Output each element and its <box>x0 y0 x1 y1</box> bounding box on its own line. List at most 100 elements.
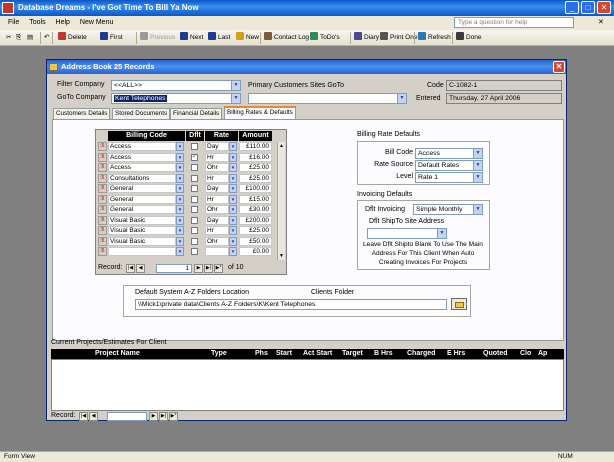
default-checkbox[interactable] <box>191 143 198 150</box>
menu-new-menu[interactable]: New Menu <box>80 16 113 30</box>
amount-cell[interactable]: £25.00 <box>239 173 272 183</box>
rate-cell[interactable]: Ohr <box>205 205 229 214</box>
billing-grid-row[interactable]: ℛ ▼ ▼ £0.00 <box>98 247 272 257</box>
billing-grid-row[interactable]: ℛ General ▼ Hr ▼ £15.00 <box>98 194 272 205</box>
chevron-down-icon[interactable]: ▼ <box>176 194 184 204</box>
chevron-down-icon[interactable]: ▼ <box>229 142 237 151</box>
billing-code-cell[interactable]: General <box>108 194 176 204</box>
default-checkbox[interactable] <box>191 248 198 255</box>
row-selector-icon[interactable]: ℛ <box>98 173 107 183</box>
billing-code-cell[interactable]: Access <box>108 142 176 151</box>
copy-icon[interactable]: ⎘ <box>16 32 21 44</box>
row-selector-icon[interactable]: ℛ <box>98 184 107 193</box>
maximize-button[interactable]: □ <box>581 1 595 14</box>
tab-customers-details[interactable]: Customers Details <box>53 108 111 119</box>
new-button[interactable]: New <box>236 32 259 44</box>
chevron-down-icon[interactable]: ▼ <box>176 184 184 193</box>
row-selector-icon[interactable]: ℛ <box>98 226 107 235</box>
last-button[interactable]: Last <box>208 32 230 44</box>
projects-record-number-input[interactable] <box>107 412 147 421</box>
row-selector-icon[interactable]: ℛ <box>98 236 107 246</box>
billing-grid-row[interactable]: ℛ Visual Basic ▼ Day ▼ £200.00 <box>98 215 272 226</box>
scroll-up-icon[interactable]: ▲ <box>278 142 285 150</box>
previous-record-icon[interactable]: ◀ <box>136 264 145 273</box>
tab-financial-details[interactable]: Financial Details <box>170 108 223 119</box>
last-record-icon[interactable]: ▶| <box>159 412 168 421</box>
tab-billing-rates[interactable]: Billing Rates & Defaults <box>224 106 296 119</box>
todo-s-button[interactable]: ToDo's <box>310 32 340 44</box>
chevron-down-icon[interactable]: ▼ <box>473 161 482 170</box>
chevron-down-icon[interactable]: ▼ <box>231 94 240 103</box>
rate-cell[interactable]: Day <box>205 215 229 225</box>
row-selector-icon[interactable]: ℛ <box>98 215 107 225</box>
billing-grid-row[interactable]: ℛ Visual Basic ▼ Hr ▼ £25.00 <box>98 226 272 236</box>
chevron-down-icon[interactable]: ▼ <box>437 229 446 238</box>
level-select[interactable]: Rate 1 ▼ <box>415 172 483 183</box>
billing-code-cell[interactable]: Visual Basic <box>108 215 176 225</box>
amount-cell[interactable]: £16.00 <box>239 152 272 162</box>
billing-code-cell[interactable]: General <box>108 205 176 214</box>
print-one-button[interactable]: Print One <box>380 32 417 44</box>
paste-icon[interactable]: ▤ <box>27 32 33 44</box>
chevron-down-icon[interactable]: ▼ <box>229 215 237 225</box>
new-record-icon[interactable]: ▶* <box>214 264 223 273</box>
chevron-down-icon[interactable]: ▼ <box>229 163 237 172</box>
next-record-icon[interactable]: ▶ <box>194 264 203 273</box>
amount-cell[interactable]: £30.00 <box>239 205 272 214</box>
menu-tools[interactable]: Tools <box>29 16 45 30</box>
amount-cell[interactable]: £15.00 <box>239 194 272 204</box>
chevron-down-icon[interactable]: ▼ <box>473 173 482 182</box>
amount-cell[interactable]: £25.00 <box>239 163 272 172</box>
chevron-down-icon[interactable]: ▼ <box>176 236 184 246</box>
billing-code-cell[interactable]: General <box>108 184 176 193</box>
billing-code-cell[interactable]: Visual Basic <box>108 236 176 246</box>
contact-log-button[interactable]: Contact Log <box>264 32 309 44</box>
chevron-down-icon[interactable]: ▼ <box>176 215 184 225</box>
row-selector-icon[interactable]: ℛ <box>98 247 107 256</box>
amount-cell[interactable]: £200.00 <box>239 215 272 225</box>
first-button[interactable]: First <box>100 32 123 44</box>
chevron-down-icon[interactable]: ▼ <box>176 163 184 172</box>
chevron-down-icon[interactable]: ▼ <box>176 226 184 235</box>
chevron-down-icon[interactable]: ▼ <box>176 142 184 151</box>
chevron-down-icon[interactable]: ▼ <box>229 247 237 256</box>
row-selector-icon[interactable]: ℛ <box>98 205 107 214</box>
billing-grid-row[interactable]: ℛ Access ▼ Ohr ▼ £25.00 <box>98 163 272 173</box>
previous-button[interactable]: Previous <box>140 32 175 44</box>
dialog-close-button[interactable]: ✕ <box>553 61 565 73</box>
rate-cell[interactable]: Day <box>205 142 229 151</box>
chevron-down-icon[interactable]: ▼ <box>473 149 482 158</box>
amount-cell[interactable]: £25.00 <box>239 226 272 235</box>
default-checkbox[interactable] <box>191 195 198 203</box>
bill-code-select[interactable]: Access ▼ <box>415 148 483 159</box>
default-checkbox[interactable] <box>191 206 198 213</box>
amount-cell[interactable]: £0.00 <box>239 247 272 256</box>
shipto-select[interactable]: ▼ <box>367 228 447 239</box>
menu-help[interactable]: Help <box>56 16 70 30</box>
done-button[interactable]: Done <box>456 32 482 44</box>
new-record-icon[interactable]: ▶* <box>169 412 178 421</box>
default-checkbox[interactable] <box>191 174 198 182</box>
menu-file[interactable]: File <box>8 16 19 30</box>
scroll-down-icon[interactable]: ▼ <box>278 252 285 260</box>
cut-icon[interactable]: ✂ <box>6 32 11 44</box>
rate-cell[interactable]: Day <box>205 184 229 193</box>
chevron-down-icon[interactable]: ▼ <box>176 173 184 183</box>
default-checkbox[interactable] <box>191 237 198 245</box>
amount-cell[interactable]: £50.00 <box>239 236 272 246</box>
chevron-down-icon[interactable]: ▼ <box>176 205 184 214</box>
default-checkbox[interactable] <box>191 164 198 171</box>
close-app-button[interactable]: ✕ <box>597 1 611 14</box>
billing-grid-row[interactable]: ℛ Access ▼ ✓ Hr ▼ £16.00 <box>98 152 272 163</box>
billing-code-cell[interactable]: Consultations <box>108 173 176 183</box>
previous-record-icon[interactable]: ◀ <box>89 412 98 421</box>
rate-cell[interactable]: Ohr <box>205 163 229 172</box>
rate-cell[interactable]: Hr <box>205 152 229 162</box>
grid-record-number-input[interactable]: 1 <box>156 264 192 273</box>
row-selector-icon[interactable]: ℛ <box>98 194 107 204</box>
help-question-input[interactable]: Type a question for help <box>454 17 574 28</box>
billing-grid-row[interactable]: ℛ Access ▼ Day ▼ £110.00 <box>98 142 272 152</box>
row-selector-icon[interactable]: ℛ <box>98 142 107 151</box>
grid-scrollbar[interactable]: ▲ ▼ <box>277 142 285 260</box>
chevron-down-icon[interactable]: ▼ <box>229 226 237 235</box>
